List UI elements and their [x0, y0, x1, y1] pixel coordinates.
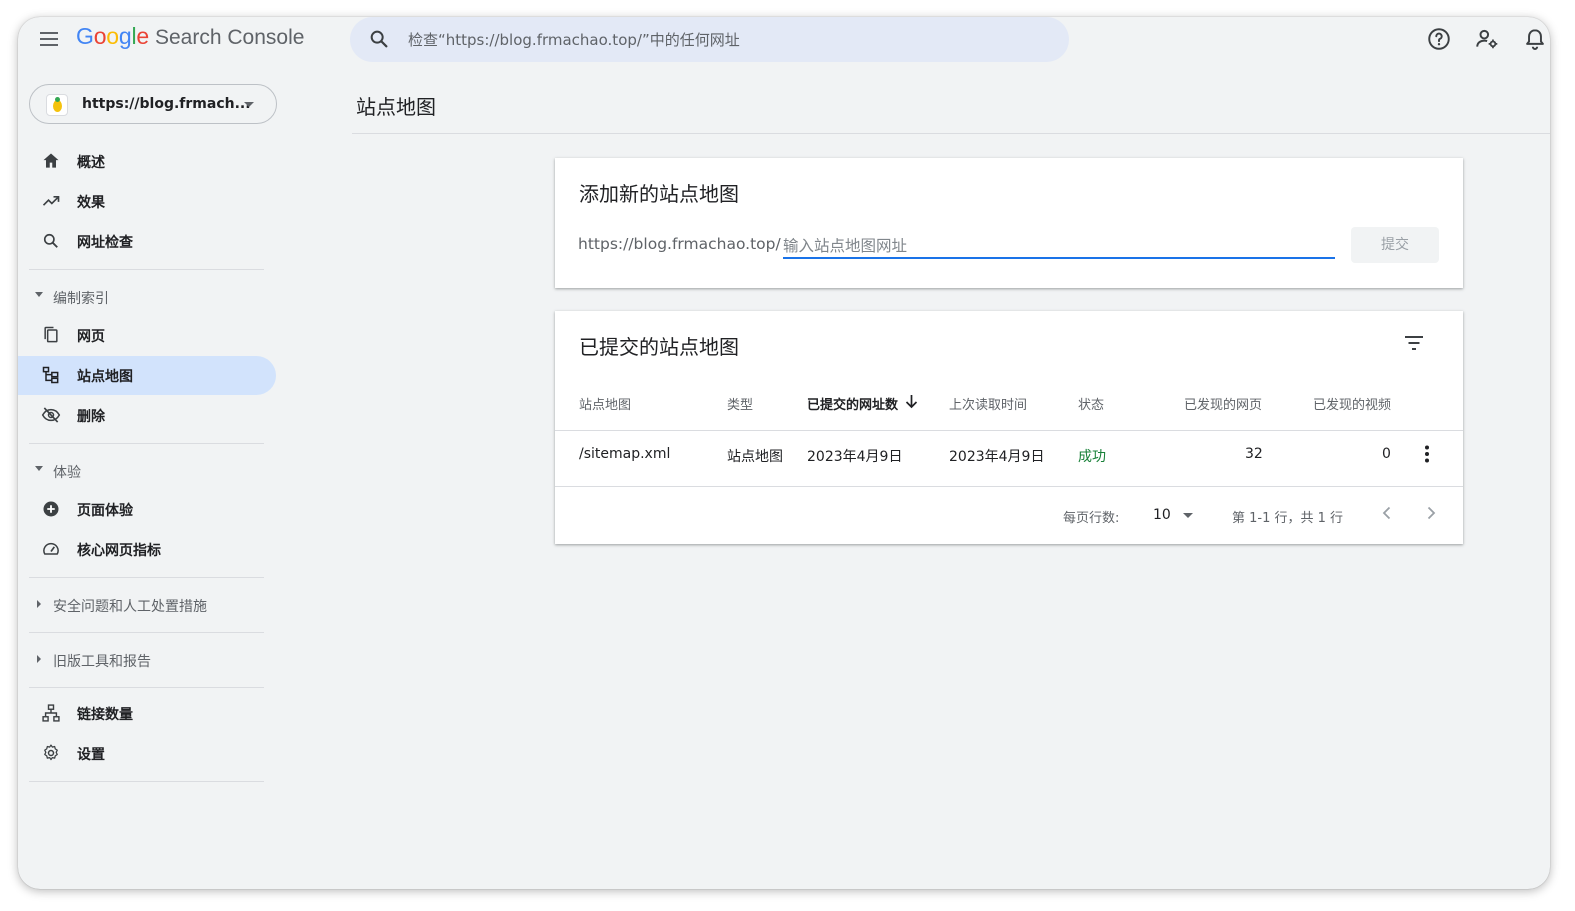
section-title: 体验	[53, 465, 81, 481]
table-header-divider	[555, 430, 1463, 431]
file-copy-icon	[44, 326, 58, 343]
nav-item-pages[interactable]: 网页	[18, 316, 276, 355]
table-row-divider	[555, 486, 1463, 487]
property-favicon-icon	[46, 94, 68, 116]
pagination-range: 第 1-1 行，共 1 行	[1232, 511, 1344, 526]
manage-accounts-icon[interactable]	[1474, 26, 1500, 52]
nav-item-settings[interactable]: 设置	[18, 734, 276, 773]
title-divider	[352, 133, 1550, 134]
add-circle-icon	[43, 501, 59, 517]
cell-videos: 0	[1382, 446, 1391, 462]
filter-icon[interactable]	[1402, 331, 1426, 355]
dropdown-caret-icon	[244, 102, 254, 107]
cell-last-read: 2023年4月9日	[949, 449, 1045, 465]
app-window: Google Search Console 检查“https://blog.fr…	[18, 17, 1550, 889]
rows-per-page-value: 10	[1153, 507, 1171, 523]
column-header-last-read[interactable]: 上次读取时间	[949, 394, 1027, 413]
section-legacy-toggle[interactable]: 旧版工具和报告	[18, 645, 276, 673]
section-title: 编制索引	[53, 291, 109, 307]
chevron-down-icon	[35, 292, 43, 297]
nav-label: 核心网页指标	[77, 543, 161, 559]
nav-divider	[29, 687, 264, 688]
column-header-submitted-urls[interactable]: 已提交的网址数	[807, 394, 898, 413]
chevron-right-icon	[37, 600, 41, 608]
nav-item-core-web-vitals[interactable]: 核心网页指标	[18, 530, 276, 569]
nav-label: 效果	[77, 195, 105, 211]
cell-type: 站点地图	[727, 449, 783, 465]
notifications-bell-icon[interactable]	[1522, 26, 1548, 52]
column-header-type[interactable]: 类型	[727, 394, 753, 413]
column-header-sitemap[interactable]: 站点地图	[579, 394, 631, 413]
nav-item-removals[interactable]: 删除	[18, 396, 276, 435]
google-search-console-logo[interactable]: Google Search Console	[76, 23, 304, 55]
url-inspection-search[interactable]: 检查“https://blog.frmachao.top/”中的任何网址	[350, 17, 1069, 62]
nav-label: 页面体验	[77, 503, 133, 519]
nav-divider	[29, 632, 264, 633]
chevron-right-icon[interactable]	[1421, 503, 1441, 523]
main-menu-icon[interactable]	[37, 27, 61, 51]
home-icon	[43, 153, 59, 168]
submitted-sitemaps-card: 已提交的站点地图 站点地图 类型 已提交的网址数 上次读取时间 状态 已发现的网…	[555, 311, 1463, 544]
nav-divider	[29, 781, 264, 782]
visibility-off-icon	[41, 407, 61, 423]
chevron-right-icon	[37, 655, 41, 663]
nav-label: 概述	[77, 155, 105, 171]
speed-icon	[43, 542, 59, 555]
nav-label: 链接数量	[77, 707, 133, 723]
links-icon	[42, 704, 60, 722]
section-security-toggle[interactable]: 安全问题和人工处置措施	[18, 590, 276, 618]
sitemap-icon	[42, 366, 59, 384]
sitemap-url-prefix: https://blog.frmachao.top/	[578, 235, 781, 253]
nav-label: 网页	[77, 329, 105, 345]
nav-divider	[29, 443, 264, 444]
section-experience-toggle[interactable]: 体验	[18, 456, 276, 484]
cell-sitemap[interactable]: /sitemap.xml	[579, 446, 670, 462]
nav-label: 站点地图	[77, 369, 133, 385]
cell-status: 成功	[1078, 449, 1106, 465]
search-placeholder: 检查“https://blog.frmachao.top/”中的任何网址	[408, 31, 740, 49]
cell-submitted: 2023年4月9日	[807, 449, 903, 465]
search-icon	[43, 233, 58, 248]
add-sitemap-title: 添加新的站点地图	[579, 182, 739, 206]
property-selector[interactable]: https://blog.frmach...	[29, 84, 277, 124]
column-header-status[interactable]: 状态	[1078, 394, 1104, 413]
nav-label: 设置	[77, 747, 105, 763]
sitemap-url-input[interactable]	[783, 230, 1335, 259]
app-name: Search Console	[155, 26, 305, 49]
section-index-toggle[interactable]: 编制索引	[18, 282, 276, 310]
page-title: 站点地图	[356, 95, 436, 119]
nav-divider	[29, 577, 264, 578]
rows-per-page-select[interactable]: 10	[1151, 501, 1197, 527]
search-icon	[370, 30, 388, 48]
rows-per-page-label: 每页行数:	[1063, 511, 1120, 526]
more-vert-icon[interactable]	[1415, 442, 1439, 466]
section-title: 旧版工具和报告	[53, 654, 151, 670]
help-icon[interactable]	[1426, 26, 1452, 52]
google-wordmark: Google	[76, 23, 149, 49]
cell-pages: 32	[1245, 446, 1263, 462]
section-title: 安全问题和人工处置措施	[53, 599, 207, 615]
nav-item-sitemaps[interactable]: 站点地图	[18, 356, 276, 395]
nav-item-overview[interactable]: 概述	[18, 142, 276, 181]
nav-label: 删除	[77, 409, 105, 425]
nav-item-performance[interactable]: 效果	[18, 182, 276, 221]
nav-item-page-experience[interactable]: 页面体验	[18, 490, 276, 529]
nav-item-links[interactable]: 链接数量	[18, 694, 276, 733]
nav-divider	[29, 269, 264, 270]
submitted-sitemaps-title: 已提交的站点地图	[579, 335, 739, 359]
add-sitemap-card: 添加新的站点地图 https://blog.frmachao.top/ 提交	[555, 158, 1463, 288]
dropdown-caret-icon	[1183, 513, 1193, 518]
property-url: https://blog.frmach...	[82, 96, 251, 112]
column-header-discovered-pages[interactable]: 已发现的网页	[1184, 394, 1262, 413]
nav-label: 网址检查	[77, 235, 133, 251]
chevron-left-icon[interactable]	[1377, 503, 1397, 523]
submit-button[interactable]: 提交	[1351, 227, 1439, 263]
gear-icon	[44, 744, 58, 761]
chevron-down-icon	[35, 466, 43, 471]
nav-item-url-inspection[interactable]: 网址检查	[18, 222, 276, 261]
column-header-discovered-videos[interactable]: 已发现的视频	[1313, 394, 1391, 413]
trending-up-icon	[42, 196, 60, 206]
sort-arrow-down-icon[interactable]	[905, 394, 918, 409]
